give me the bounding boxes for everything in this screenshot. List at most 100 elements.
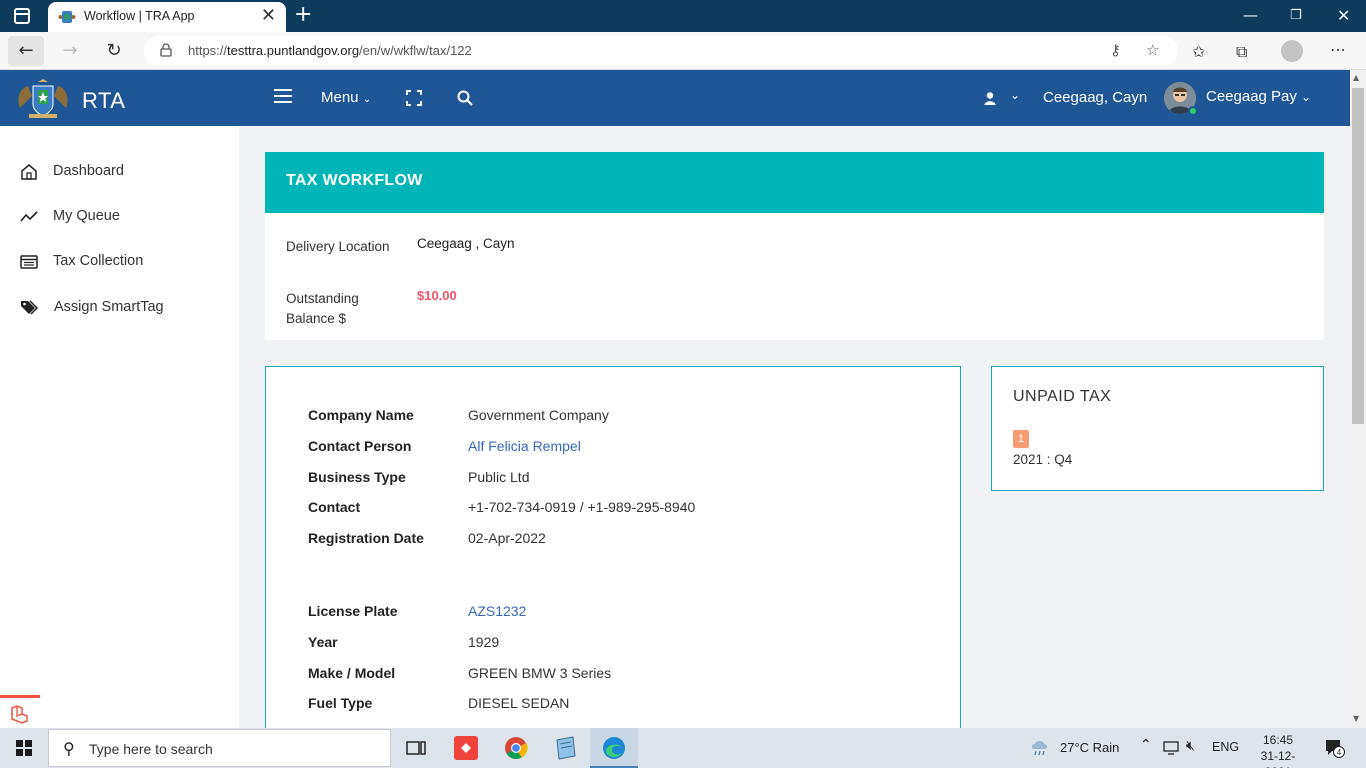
sidebar-item-tax-collection[interactable]: Tax Collection (0, 247, 239, 277)
taskbar-search[interactable]: ⚲ Type here to search (48, 729, 391, 767)
user-chevron-down-icon[interactable]: ⌄ (1010, 88, 1020, 102)
sidebar-item-label: Dashboard (53, 163, 124, 179)
notifications-icon[interactable]: 4 (1324, 738, 1346, 758)
make-model-label: Make / Model (308, 665, 396, 681)
details-card: Company Name Government Company Contact … (265, 366, 961, 728)
sidebar-item-assign-smarttag[interactable]: Assign SmartTag (0, 293, 239, 323)
page-header: TAX WORKFLOW (265, 152, 1324, 213)
page-title: TAX WORKFLOW (286, 172, 423, 189)
restore-icon[interactable]: ❐ (1290, 8, 1302, 23)
address-bar: ← → ↻ https://testtra.puntlandgov.org/en… (0, 32, 1366, 70)
sidebar-item-label: Assign SmartTag (54, 299, 164, 315)
user-name[interactable]: Ceegaag, Cayn (1043, 89, 1147, 106)
pay-dropdown[interactable]: Ceegaag Pay ⌄ (1206, 88, 1311, 105)
edge-app-icon[interactable] (600, 734, 628, 762)
registration-date-label: Registration Date (308, 530, 424, 546)
key-icon[interactable]: ⚷ (1110, 41, 1121, 59)
weather-text[interactable]: 27°C Rain (1060, 740, 1119, 755)
app-header: RTA Menu ⌄ ⌄ Ceegaag, Cayn Ceegaag Pay ⌄ (0, 70, 1350, 126)
window-close-icon[interactable]: ✕ (1337, 6, 1350, 25)
contact-label: Contact (308, 499, 361, 515)
reload-icon[interactable]: ↻ (96, 36, 132, 66)
license-plate-label: License Plate (308, 603, 398, 619)
business-type-value: Public Ltd (468, 469, 530, 485)
sidebar-item-dashboard[interactable]: Dashboard (0, 157, 239, 187)
tra-favicon-icon (58, 11, 76, 23)
online-status-icon (1188, 106, 1198, 116)
unpaid-period[interactable]: 2021 : Q4 (1013, 452, 1072, 467)
anydesk-app-icon[interactable] (452, 734, 480, 762)
scroll-thumb[interactable] (1352, 88, 1364, 424)
tab-title: Workflow | TRA App (84, 9, 195, 23)
debugbar-badge[interactable] (0, 695, 40, 728)
contact-value: +1-702-734-0919 / +1-989-295-8940 (468, 499, 696, 515)
network-icon[interactable] (1163, 741, 1179, 755)
registration-date-value: 02-Apr-2022 (468, 530, 546, 546)
contact-person-label: Contact Person (308, 438, 412, 454)
collections-icon[interactable]: ⧉ (1236, 42, 1247, 62)
sidebar: Dashboard My Queue Tax Collection Assign… (0, 126, 239, 728)
coat-of-arms-logo-icon[interactable] (14, 78, 72, 120)
user-icon[interactable] (984, 92, 996, 105)
back-icon[interactable]: ← (8, 36, 44, 66)
favorites-icon[interactable]: ✩ (1192, 42, 1205, 61)
unpaid-tax-card: UNPAID TAX 1 2021 : Q4 (991, 366, 1324, 491)
chrome-app-icon[interactable] (502, 734, 530, 762)
trend-line-icon (20, 211, 38, 222)
profile-icon[interactable] (1281, 40, 1303, 62)
delivery-location-label: Delivery Location (286, 239, 390, 254)
windows-start-icon[interactable] (16, 740, 32, 756)
menu-dropdown[interactable]: Menu ⌄ (321, 89, 371, 106)
year-label: Year (308, 634, 338, 650)
task-view-icon[interactable] (402, 734, 430, 762)
taskbar-clock[interactable]: 16:45 31-12-2021 (1248, 732, 1308, 768)
add-favorite-icon[interactable]: ☆ (1146, 41, 1159, 59)
clock-time: 16:45 (1262, 733, 1294, 747)
sidebar-item-my-queue[interactable]: My Queue (0, 202, 239, 232)
clock-date: 31-12-2021 (1260, 749, 1296, 768)
company-name-value: Government Company (468, 407, 609, 423)
company-name-label: Company Name (308, 407, 414, 423)
scroll-down-icon[interactable]: ▼ (1353, 714, 1359, 723)
windows-taskbar: ⚲ Type here to search 27°C Rain ⌃ 🔇︎ ENG… (0, 728, 1366, 768)
browser-tab[interactable]: Workflow | TRA App ✕ (48, 2, 286, 32)
summary-card: Delivery Location Ceegaag , Cayn Outstan… (265, 213, 1324, 340)
notification-count: 4 (1333, 746, 1345, 758)
browser-tab-bar: Workflow | TRA App ✕ + — ❐ ✕ (0, 0, 1366, 32)
fullscreen-icon[interactable] (406, 90, 422, 106)
more-options-icon[interactable]: ⋯ (1330, 40, 1346, 59)
contact-person-link[interactable]: Alf Felicia Rempel (468, 438, 581, 454)
taskbar-search-icon: ⚲ (63, 739, 75, 758)
outstanding-balance-label: Outstanding Balance $ (286, 291, 359, 326)
url-field[interactable]: https://testtra.puntlandgov.org/en/w/wkf… (144, 36, 1178, 66)
unpaid-tax-title: UNPAID TAX (1013, 388, 1112, 405)
make-model-value: GREEN BMW 3 Series (468, 665, 612, 681)
fuel-type-value: DIESEL SEDAN (468, 695, 570, 711)
brand-name[interactable]: RTA (82, 88, 125, 114)
license-plate-link[interactable]: AZS1232 (468, 603, 526, 619)
hamburger-menu-icon[interactable] (274, 89, 292, 103)
tab-close-icon[interactable]: ✕ (261, 5, 276, 26)
weather-rain-icon[interactable] (1030, 739, 1050, 757)
minimize-icon[interactable]: — (1243, 6, 1258, 24)
taskbar-search-placeholder: Type here to search (89, 741, 213, 757)
url-text: https://testtra.puntlandgov.org/en/w/wkf… (188, 43, 472, 58)
laravel-icon (11, 705, 28, 724)
year-value: 1929 (468, 634, 500, 650)
outstanding-balance-value: $10.00 (417, 288, 457, 303)
delivery-location-value: Ceegaag , Cayn (417, 236, 515, 251)
tab-actions-icon[interactable] (14, 8, 30, 24)
language-indicator[interactable]: ENG (1212, 740, 1239, 754)
tray-chevron-up-icon[interactable]: ⌃ (1140, 737, 1152, 753)
page-scrollbar[interactable]: ▲ ▼ (1350, 70, 1366, 728)
scroll-up-icon[interactable]: ▲ (1353, 73, 1359, 82)
business-type-label: Business Type (308, 469, 406, 485)
new-tab-icon[interactable]: + (294, 2, 312, 27)
forward-icon[interactable]: → (52, 36, 88, 66)
sidebar-item-label: My Queue (53, 208, 120, 224)
fuel-type-label: Fuel Type (308, 695, 373, 711)
sidebar-item-label: Tax Collection (53, 253, 144, 269)
notepad-app-icon[interactable] (551, 734, 579, 762)
volume-muted-icon[interactable]: 🔇︎ (1186, 738, 1195, 754)
search-icon[interactable] (457, 90, 473, 106)
